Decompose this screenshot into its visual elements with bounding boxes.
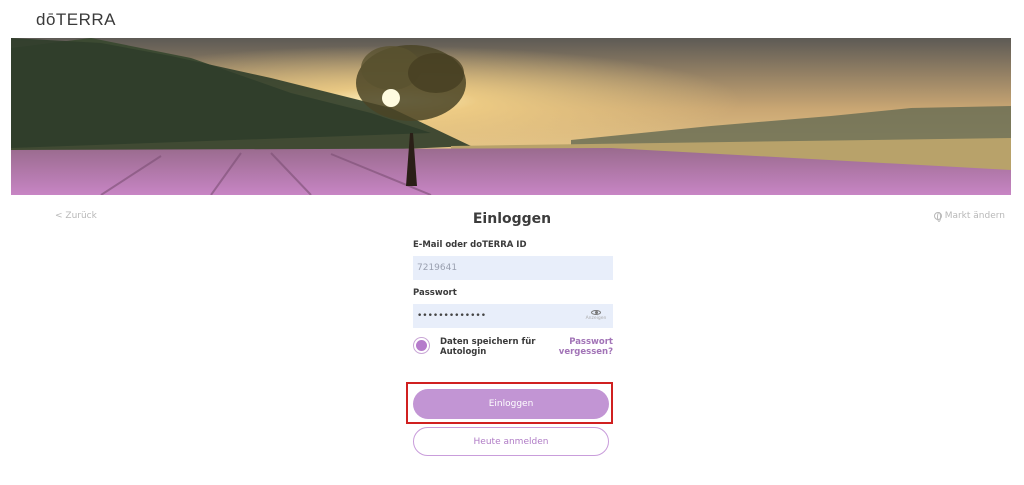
remember-row: Daten speichern für Autologin Passwort v…	[413, 337, 613, 357]
page-title: Einloggen	[472, 211, 552, 227]
show-password-button[interactable]: Anzeigen	[582, 305, 610, 325]
checked-dot	[416, 340, 427, 351]
eye-icon	[591, 309, 601, 315]
signup-button[interactable]: Heute anmelden	[413, 427, 609, 456]
password-label: Passwort	[413, 288, 457, 298]
remember-checkbox[interactable]	[413, 337, 430, 354]
show-password-label: Anzeigen	[585, 315, 607, 321]
email-label: E-Mail oder doTERRA ID	[413, 240, 527, 250]
email-field[interactable]	[413, 256, 613, 280]
globe-icon	[933, 212, 942, 222]
change-market-label: Markt ändern	[944, 211, 1005, 221]
login-form: E-Mail oder doTERRA ID Passwort Anzeigen…	[413, 240, 613, 357]
password-wrapper: Anzeigen	[413, 303, 613, 328]
remember-label[interactable]: Daten speichern für Autologin	[440, 337, 545, 357]
login-button[interactable]: Einloggen	[413, 389, 609, 419]
lavender-field-image	[11, 38, 1011, 195]
brand-logo[interactable]: dōTERRA	[36, 10, 116, 30]
forgot-password-link[interactable]: Passwort vergessen?	[553, 337, 613, 357]
change-market-link[interactable]: Markt ändern	[933, 211, 1005, 222]
hero-banner	[11, 38, 1011, 195]
